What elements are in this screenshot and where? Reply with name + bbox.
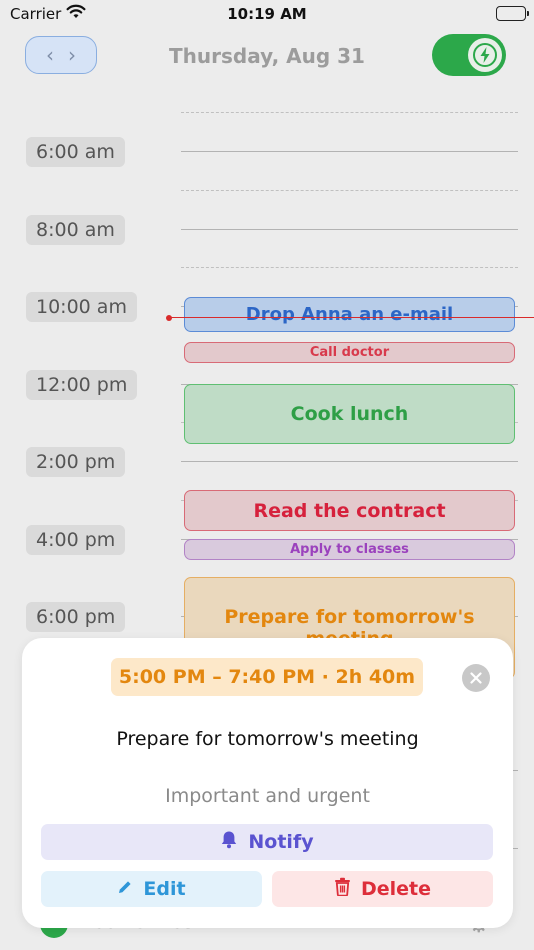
delete-label: Delete [360, 878, 432, 900]
time-label: 6:00 am [26, 137, 125, 167]
notify-button[interactable]: Notify [41, 824, 493, 860]
event-title: Prepare for tomorrow's meeting [116, 728, 419, 750]
half-hour-line [181, 267, 518, 268]
hour-line [181, 229, 518, 230]
edit-label: Edit [143, 878, 186, 900]
half-hour-line [181, 112, 518, 113]
edit-button[interactable]: Edit [41, 871, 262, 907]
time-label: 8:00 am [26, 215, 125, 245]
current-time-line [169, 317, 534, 318]
event-priority: Important and urgent [165, 785, 370, 807]
event-block[interactable]: Cook lunch [184, 384, 515, 444]
event-block[interactable]: Call doctor [184, 342, 515, 363]
current-time-dot [166, 315, 172, 321]
time-label: 10:00 am [26, 292, 137, 322]
status-bar: Carrier 10:19 AM [0, 0, 534, 30]
half-hour-line [181, 190, 518, 191]
bolt-icon [468, 38, 502, 72]
time-label: 12:00 pm [26, 370, 138, 400]
trash-icon [334, 877, 351, 901]
time-label: 6:00 pm [26, 602, 126, 632]
event-time-range: 5:00 PM – 7:40 PM · 2h 40m [111, 658, 423, 696]
hour-line [181, 461, 518, 462]
event-block[interactable]: Apply to classes [184, 539, 515, 560]
event-block[interactable]: Drop Anna an e-mail [184, 297, 515, 332]
time-label: 4:00 pm [26, 525, 126, 555]
battery-icon [496, 6, 529, 21]
notify-label: Notify [248, 831, 314, 853]
close-icon[interactable] [462, 664, 490, 692]
event-block[interactable]: Read the contract [184, 490, 515, 531]
power-mode-toggle[interactable] [432, 34, 506, 76]
status-clock: 10:19 AM [227, 5, 307, 23]
pencil-icon [117, 878, 133, 900]
hour-line [181, 151, 518, 152]
delete-button[interactable]: Delete [272, 871, 493, 907]
time-label: 2:00 pm [26, 447, 126, 477]
bell-icon [220, 830, 238, 854]
